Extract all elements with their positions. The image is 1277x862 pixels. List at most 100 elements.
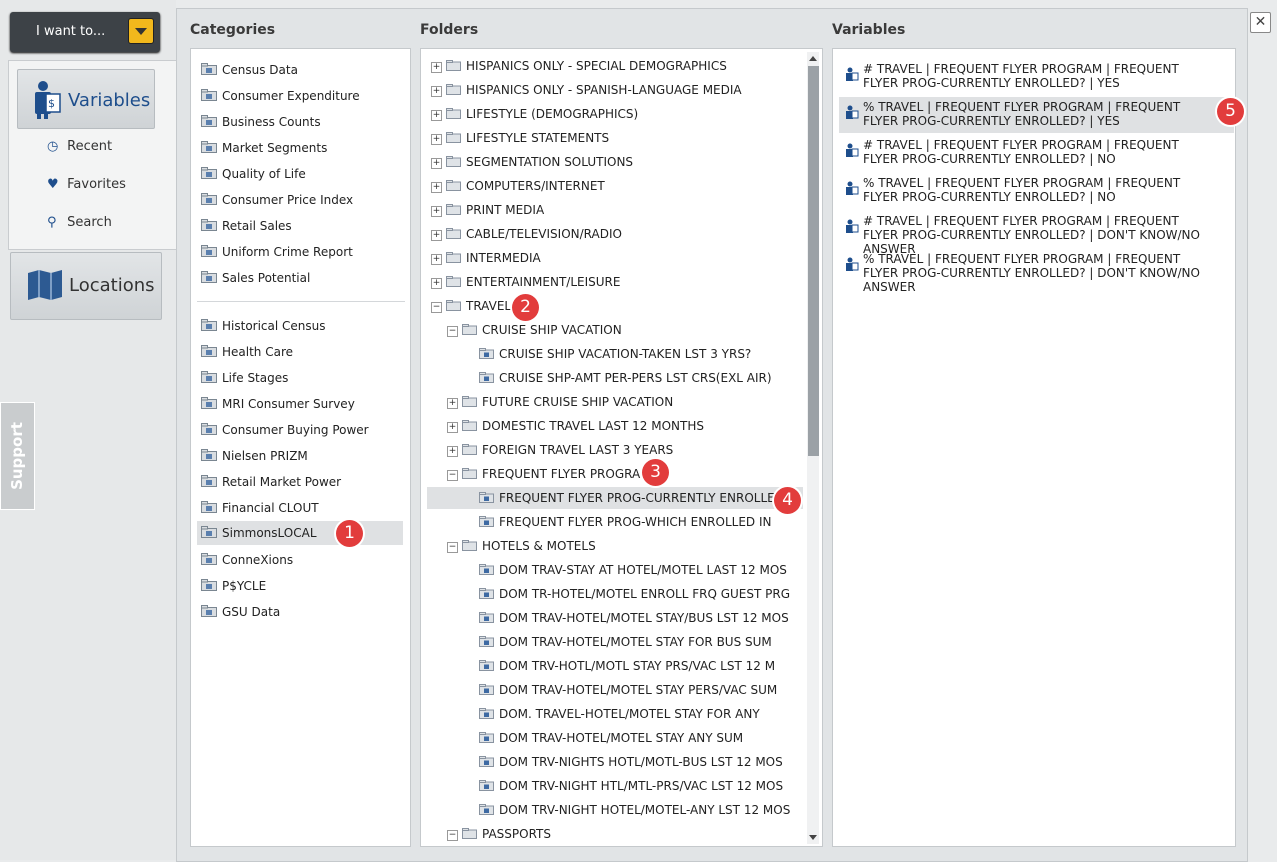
folder-icon [446, 156, 461, 167]
person-chart-icon [846, 105, 859, 119]
category-item[interactable]: Consumer Buying Power [201, 423, 369, 447]
variable-label: # TRAVEL | FREQUENT FLYER PROGRAM | FREQ… [863, 62, 1179, 90]
tree-folder-node[interactable]: + PRINT MEDIA [431, 203, 544, 225]
database-icon [201, 345, 217, 357]
tree-variable-node[interactable]: CRUISE SHIP VACATION-TAKEN LST 3 YRS? [479, 347, 751, 369]
tree-variable-node[interactable]: DOM TRAV-HOTEL/MOTEL STAY PERS/VAC SUM [479, 683, 777, 705]
expand-icon[interactable]: + [431, 110, 442, 121]
variable-item[interactable]: % TRAVEL | FREQUENT FLYER PROGRAM | FREQ… [839, 97, 1234, 133]
scroll-thumb[interactable] [808, 66, 819, 456]
tree-variable-node[interactable]: DOM TRAV-HOTEL/MOTEL STAY ANY SUM [479, 731, 743, 753]
tree-variable-node[interactable]: DOM TRV-NIGHT HOTEL/MOTEL-ANY LST 12 MOS [479, 803, 790, 825]
variable-item[interactable]: # TRAVEL | FREQUENT FLYER PROGRAM | FREQ… [839, 59, 1234, 95]
variables-nav-button[interactable]: $ Variables [17, 69, 155, 129]
tree-folder-node[interactable]: + LIFESTYLE (DEMOGRAPHICS) [431, 107, 638, 129]
tree-folder-node[interactable]: + SEGMENTATION SOLUTIONS [431, 155, 633, 177]
collapse-icon[interactable]: − [447, 326, 458, 337]
chevron-down-icon[interactable] [128, 18, 154, 44]
category-item[interactable]: Uniform Crime Report [201, 245, 353, 269]
tree-folder-node[interactable]: + FOREIGN TRAVEL LAST 3 YEARS [447, 443, 673, 465]
favorites-nav-item[interactable]: ♥ Favorites [47, 177, 126, 192]
scroll-down-icon[interactable] [809, 835, 817, 840]
collapse-icon[interactable]: − [431, 302, 442, 313]
tree-folder-node[interactable]: + LIFESTYLE STATEMENTS [431, 131, 609, 153]
recent-nav-item[interactable]: ◷ Recent [47, 139, 112, 154]
tree-variable-node[interactable]: FREQUENT FLYER PROG-CURRENTLY ENROLLED? [427, 487, 803, 509]
variable-item[interactable]: # TRAVEL | FREQUENT FLYER PROGRAM | FREQ… [839, 135, 1234, 171]
database-icon [201, 193, 217, 205]
category-item[interactable]: MRI Consumer Survey [201, 397, 355, 421]
scroll-up-icon[interactable] [809, 56, 817, 61]
support-tab[interactable]: Support [0, 402, 35, 510]
category-item[interactable]: Nielsen PRIZM [201, 449, 308, 473]
expand-icon[interactable]: + [431, 86, 442, 97]
category-item[interactable]: Health Care [201, 345, 293, 369]
tree-variable-node[interactable]: DOM TRAV-STAY AT HOTEL/MOTEL LAST 12 MOS [479, 563, 787, 585]
category-item[interactable]: Retail Sales [201, 219, 292, 243]
tree-variable-node[interactable]: DOM. TRAVEL-HOTEL/MOTEL STAY FOR ANY [479, 707, 760, 729]
tree-folder-node[interactable]: + HISPANICS ONLY - SPANISH-LANGUAGE MEDIA [431, 83, 742, 105]
i-want-to-dropdown[interactable]: I want to... [10, 12, 160, 52]
folder-open-icon [462, 828, 477, 839]
expand-icon[interactable]: + [431, 134, 442, 145]
tree-folder-node[interactable]: − FREQUENT FLYER PROGRAM [447, 467, 651, 489]
category-item[interactable]: Sales Potential [201, 271, 310, 295]
category-item[interactable]: Consumer Expenditure [201, 89, 360, 113]
tree-folder-node[interactable]: − HOTELS & MOTELS [447, 539, 596, 561]
variable-item[interactable]: # TRAVEL | FREQUENT FLYER PROGRAM | FREQ… [839, 211, 1234, 256]
expand-icon[interactable]: + [447, 446, 458, 457]
tree-folder-node[interactable]: − TRAVEL [431, 299, 511, 321]
variable-item[interactable]: % TRAVEL | FREQUENT FLYER PROGRAM | FREQ… [839, 173, 1234, 209]
expand-icon[interactable]: + [447, 422, 458, 433]
category-item[interactable]: Business Counts [201, 115, 321, 139]
tree-folder-node[interactable]: + CABLE/TELEVISION/RADIO [431, 227, 622, 249]
category-item[interactable]: ConneXions [201, 553, 293, 577]
category-label: Sales Potential [222, 271, 311, 285]
category-item[interactable]: Retail Market Power [201, 475, 341, 499]
expand-icon[interactable]: + [431, 158, 442, 169]
expand-icon[interactable]: + [431, 182, 442, 193]
search-nav-item[interactable]: ⚲ Search [47, 215, 112, 230]
category-item[interactable]: SimmonsLOCAL [197, 521, 403, 545]
locations-nav-button[interactable]: Locations [10, 252, 162, 320]
collapse-icon[interactable]: − [447, 542, 458, 553]
category-item[interactable]: Historical Census [201, 319, 326, 343]
tree-folder-node[interactable]: − CRUISE SHIP VACATION [447, 323, 622, 345]
expand-icon[interactable]: + [447, 398, 458, 409]
tree-folder-node[interactable]: + HISPANICS ONLY - SPECIAL DEMOGRAPHICS [431, 59, 727, 81]
tree-variable-node[interactable]: DOM TRV-HOTL/MOTL STAY PRS/VAC LST 12 M [479, 659, 775, 681]
tree-variable-node[interactable]: DOM TRAV-HOTEL/MOTEL STAY FOR BUS SUM [479, 635, 772, 657]
folders-scrollbar[interactable] [807, 52, 819, 844]
variable-item[interactable]: % TRAVEL | FREQUENT FLYER PROGRAM | FREQ… [839, 249, 1234, 294]
i-want-to-label: I want to... [36, 24, 106, 39]
tree-node-label: SEGMENTATION SOLUTIONS [466, 155, 634, 169]
collapse-icon[interactable]: − [447, 830, 458, 841]
tree-variable-node[interactable]: DOM TR-HOTEL/MOTEL ENROLL FRQ GUEST PRG [479, 587, 790, 609]
expand-icon[interactable]: + [431, 230, 442, 241]
category-item[interactable]: GSU Data [201, 605, 280, 629]
tree-folder-node[interactable]: + COMPUTERS/INTERNET [431, 179, 605, 201]
category-item[interactable]: Life Stages [201, 371, 288, 395]
tree-variable-node[interactable]: FREQUENT FLYER PROG-WHICH ENROLLED IN [479, 515, 771, 537]
tree-folder-node[interactable]: + FUTURE CRUISE SHIP VACATION [447, 395, 673, 417]
expand-icon[interactable]: + [431, 206, 442, 217]
tree-variable-node[interactable]: DOM TRAV-HOTEL/MOTEL STAY/BUS LST 12 MOS [479, 611, 789, 633]
expand-icon[interactable]: + [431, 278, 442, 289]
expand-icon[interactable]: + [431, 62, 442, 73]
tree-variable-node[interactable]: DOM TRV-NIGHTS HOTL/MOTL-BUS LST 12 MOS [479, 755, 783, 777]
tree-variable-node[interactable]: DOM TRV-NIGHT HTL/MTL-PRS/VAC LST 12 MOS [479, 779, 783, 801]
tree-variable-node[interactable]: CRUISE SHP-AMT PER-PERS LST CRS(EXL AIR) [479, 371, 772, 393]
category-item[interactable]: Consumer Price Index [201, 193, 353, 217]
tree-folder-node[interactable]: − PASSPORTS [447, 827, 551, 846]
expand-icon[interactable]: + [431, 254, 442, 265]
category-item[interactable]: Census Data [201, 63, 298, 87]
collapse-icon[interactable]: − [447, 470, 458, 481]
database-icon [201, 167, 217, 179]
tree-folder-node[interactable]: + INTERMEDIA [431, 251, 541, 273]
folder-icon [446, 276, 461, 287]
category-item[interactable]: Quality of Life [201, 167, 306, 191]
close-button[interactable]: ✕ [1250, 12, 1271, 33]
category-item[interactable]: P$YCLE [201, 579, 266, 603]
tree-folder-node[interactable]: + DOMESTIC TRAVEL LAST 12 MONTHS [447, 419, 704, 441]
category-item[interactable]: Market Segments [201, 141, 327, 165]
